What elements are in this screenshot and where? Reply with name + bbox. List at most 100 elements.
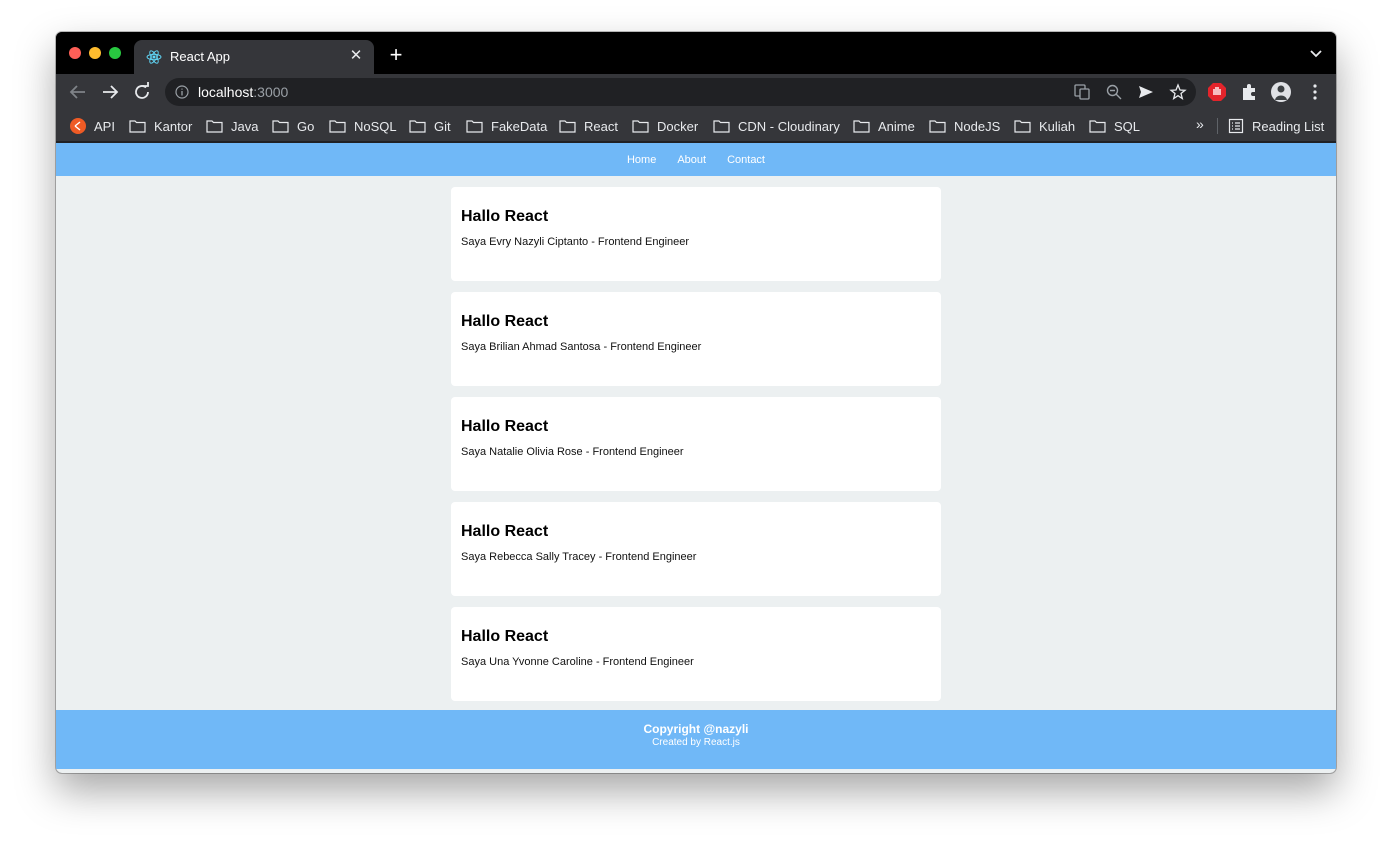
bookmark-label: Docker <box>657 118 699 134</box>
bookmark-folder-kantor[interactable]: Kantor <box>129 116 192 136</box>
bookmark-label: Git <box>434 118 451 134</box>
folder-icon <box>559 120 576 133</box>
card-text: Saya Brilian Ahmad Santosa - Frontend En… <box>461 341 702 353</box>
card-text: Saya Evry Nazyli Ciptanto - Frontend Eng… <box>461 236 690 248</box>
reading-list-button[interactable]: Reading List <box>1228 116 1324 136</box>
bookmark-label: FakeData <box>491 118 548 134</box>
bookmark-folder-anime[interactable]: Anime <box>853 116 915 136</box>
profile-avatar-icon[interactable] <box>1270 81 1292 103</box>
nav-link-contact[interactable]: Contact <box>727 154 765 166</box>
bookmarks-bar: API Kantor Java Go NoSQL Git FakeData Re… <box>56 110 1336 142</box>
reload-icon[interactable] <box>129 79 155 105</box>
forward-icon[interactable] <box>97 79 123 105</box>
folder-icon <box>409 120 426 133</box>
card-title: Hallo React <box>461 313 549 330</box>
bookmark-api[interactable]: API <box>70 116 115 136</box>
card-title: Hallo React <box>461 208 549 225</box>
bookmark-label: Kuliah <box>1039 118 1076 134</box>
close-tab-icon[interactable]: ✕ <box>346 46 366 66</box>
bookmark-label: NodeJS <box>954 118 1001 134</box>
bookmark-folder-nodejs[interactable]: NodeJS <box>929 116 1000 136</box>
folder-icon <box>272 120 289 133</box>
bookmark-folder-git[interactable]: Git <box>409 116 451 136</box>
send-icon[interactable] <box>1137 83 1155 101</box>
bookmark-folder-docker[interactable]: Docker <box>632 116 698 136</box>
react-icon <box>146 50 162 64</box>
bookmark-folder-nosql[interactable]: NoSQL <box>329 116 397 136</box>
bookmark-folder-fakedata[interactable]: FakeData <box>466 116 547 136</box>
nav-link-home[interactable]: Home <box>627 154 656 166</box>
browser-toolbar: localhost:3000 <box>56 74 1336 110</box>
close-window-button[interactable] <box>69 47 81 59</box>
card-text: Saya Rebecca Sally Tracey - Frontend Eng… <box>461 551 697 563</box>
bookmark-label: React <box>584 118 618 134</box>
adblock-icon[interactable] <box>1206 81 1228 103</box>
menu-icon[interactable] <box>1304 81 1326 103</box>
profile-card: Hallo React Saya Rebecca Sally Tracey - … <box>451 502 941 596</box>
nav-link-about[interactable]: About <box>677 154 706 166</box>
bookmark-folder-sql[interactable]: SQL <box>1089 116 1140 136</box>
page-footer: Copyright @nazyli Created by React.js <box>56 710 1336 769</box>
folder-icon <box>206 120 223 133</box>
reading-list-icon <box>1228 118 1244 134</box>
card-text: Saya Una Yvonne Caroline - Frontend Engi… <box>461 656 694 668</box>
bookmark-label: Anime <box>878 118 915 134</box>
address-bar[interactable]: localhost:3000 <box>165 78 1196 106</box>
footer-copyright: Copyright @nazyli <box>643 722 749 736</box>
url-port: :3000 <box>253 84 289 100</box>
folder-icon <box>1089 120 1106 133</box>
bookmark-folder-react[interactable]: React <box>559 116 618 136</box>
folder-icon <box>632 120 649 133</box>
profile-card: Hallo React Saya Una Yvonne Caroline - F… <box>451 607 941 701</box>
bookmark-folder-cdn-cloudinary[interactable]: CDN - Cloudinary <box>713 116 840 136</box>
card-text: Saya Natalie Olivia Rose - Frontend Engi… <box>461 446 684 458</box>
translate-icon[interactable] <box>1073 83 1091 101</box>
profile-card: Hallo React Saya Natalie Olivia Rose - F… <box>451 397 941 491</box>
tab-react-app[interactable]: React App ✕ <box>134 40 374 74</box>
bookmark-star-icon[interactable] <box>1169 83 1187 101</box>
folder-icon <box>466 120 483 133</box>
tab-title: React App <box>170 49 230 64</box>
page-viewport: Home About Contact Hallo React Saya Evry… <box>56 143 1336 773</box>
bookmark-label: Kantor <box>154 118 193 134</box>
profile-card: Hallo React Saya Brilian Ahmad Santosa -… <box>451 292 941 386</box>
folder-icon <box>929 120 946 133</box>
tab-strip: React App ✕ + <box>56 32 1336 74</box>
folder-icon <box>853 120 870 133</box>
card-title: Hallo React <box>461 523 549 540</box>
top-navbar: Home About Contact <box>56 143 1336 176</box>
footer-credit: Created by React.js <box>652 737 740 748</box>
bookmark-folder-kuliah[interactable]: Kuliah <box>1014 116 1075 136</box>
profile-card: Hallo React Saya Evry Nazyli Ciptanto - … <box>451 187 941 281</box>
zoom-out-icon[interactable] <box>1105 83 1123 101</box>
url-text: localhost:3000 <box>198 84 288 100</box>
bookmark-folder-go[interactable]: Go <box>272 116 314 136</box>
folder-icon <box>713 120 730 133</box>
back-icon[interactable] <box>65 79 91 105</box>
new-tab-button[interactable]: + <box>384 43 408 67</box>
postman-icon <box>70 118 86 134</box>
reading-list-label: Reading List <box>1252 118 1325 134</box>
bookmarks-divider <box>1217 118 1218 134</box>
bookmark-label: NoSQL <box>354 118 397 134</box>
url-host: localhost <box>198 84 254 100</box>
info-icon[interactable] <box>175 85 189 99</box>
maximize-window-button[interactable] <box>109 47 121 59</box>
minimize-window-button[interactable] <box>89 47 101 59</box>
folder-icon <box>1014 120 1031 133</box>
card-title: Hallo React <box>461 628 549 645</box>
bookmark-label: SQL <box>1114 118 1141 134</box>
card-list: Hallo React Saya Evry Nazyli Ciptanto - … <box>451 187 941 712</box>
tab-search-icon[interactable] <box>1308 45 1324 61</box>
bookmark-label: CDN - Cloudinary <box>738 118 840 134</box>
bookmark-folder-java[interactable]: Java <box>206 116 258 136</box>
folder-icon <box>129 120 146 133</box>
bookmark-label: Go <box>297 118 315 134</box>
bookmark-label: API <box>94 118 115 134</box>
card-title: Hallo React <box>461 418 549 435</box>
more-bookmarks-button[interactable]: » <box>1196 116 1204 132</box>
extensions-icon[interactable] <box>1238 81 1260 103</box>
browser-window: React App ✕ + localhost:3000 API Kantor … <box>56 32 1336 773</box>
bookmark-label: Java <box>231 118 259 134</box>
folder-icon <box>329 120 346 133</box>
